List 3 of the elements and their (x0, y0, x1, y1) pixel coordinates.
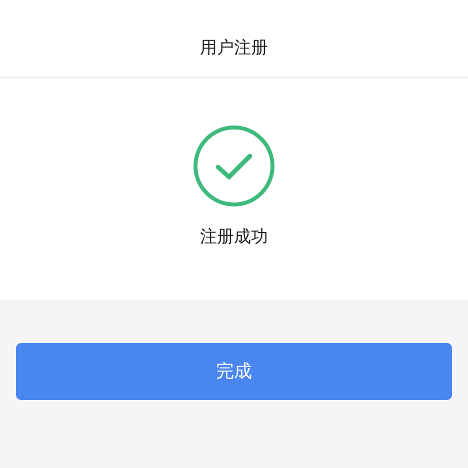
done-button[interactable]: 完成 (16, 343, 452, 400)
status-message: 注册成功 (200, 226, 268, 249)
page-title: 用户注册 (200, 38, 268, 58)
